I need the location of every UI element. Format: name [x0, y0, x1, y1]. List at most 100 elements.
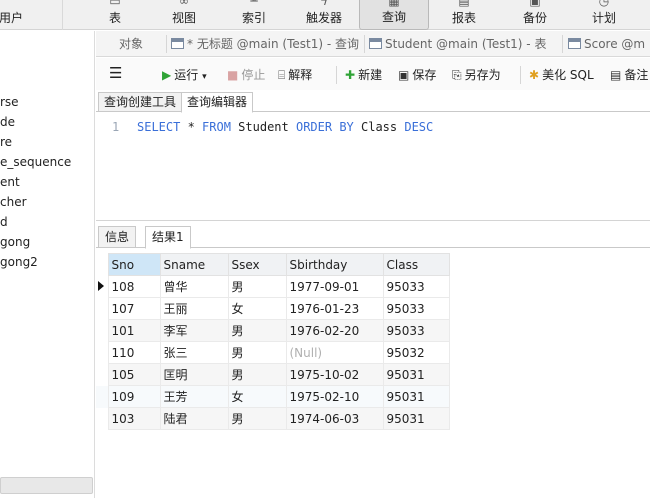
ribbon-trigger-button[interactable]: ϟ 触发器	[300, 0, 348, 30]
tab-query-editor[interactable]: 查询编辑器	[181, 92, 254, 113]
cell-sname[interactable]: 匡明	[159, 363, 229, 386]
note-button[interactable]: ▤ 备注	[610, 66, 648, 84]
ribbon-index-button[interactable]: ╨ 索引	[235, 0, 273, 30]
nav-item[interactable]: de	[0, 115, 15, 129]
cell-sname[interactable]: 曾华	[159, 275, 229, 298]
save-icon: ▣	[398, 68, 410, 82]
nav-item[interactable]: cher	[0, 195, 27, 209]
ribbon-user-button[interactable]: 用户	[0, 0, 28, 30]
table-row[interactable]: 108 曾华 男 1977-09-01 95033	[96, 275, 450, 298]
result-grid: Sno Sname Ssex Sbirthday Class 108 曾华 男 …	[96, 253, 450, 430]
stop-button[interactable]: ■ 停止	[227, 66, 265, 84]
nav-item[interactable]: d	[0, 215, 8, 229]
ribbon-report-label: 报表	[451, 11, 476, 25]
ribbon-backup-button[interactable]: ▣ 备份	[515, 0, 555, 30]
menu-icon[interactable]: ☰	[109, 64, 122, 82]
sql-editor[interactable]: 1 SELECT * FROM Student ORDER BY Class D…	[96, 113, 650, 221]
current-row-marker	[96, 275, 109, 298]
column-header-sbirthday[interactable]: Sbirthday	[285, 253, 384, 276]
object-navigator: rse de re e_sequence ent cher d gong gon…	[0, 31, 95, 498]
cell-ssex[interactable]: 男	[227, 363, 287, 386]
row-marker	[96, 363, 109, 386]
cell-class[interactable]: 95032	[382, 341, 450, 364]
cell-sno[interactable]: 103	[107, 407, 161, 430]
row-marker	[96, 407, 109, 430]
nav-item[interactable]: re	[0, 135, 12, 149]
cell-class[interactable]: 95031	[382, 385, 450, 408]
sql-token: *	[180, 120, 203, 134]
cell-sno[interactable]: 109	[107, 385, 161, 408]
column-header-ssex[interactable]: Ssex	[227, 253, 287, 276]
ribbon-view-button[interactable]: ∞ 视图	[165, 0, 203, 30]
column-header-sno[interactable]: Sno	[107, 253, 161, 276]
cell-ssex[interactable]: 男	[227, 275, 287, 298]
save-button[interactable]: ▣ 保存	[398, 66, 436, 84]
nav-horizontal-scrollbar[interactable]	[0, 477, 93, 494]
cell-ssex[interactable]: 男	[227, 341, 287, 364]
cell-sbirthday[interactable]: 1974-06-03	[285, 407, 384, 430]
cell-sbirthday[interactable]: 1975-02-10	[285, 385, 384, 408]
cell-sname[interactable]: 王丽	[159, 297, 229, 320]
table-row[interactable]: 103 陆君 男 1974-06-03 95031	[96, 407, 450, 430]
cell-ssex[interactable]: 女	[227, 385, 287, 408]
cell-sname[interactable]: 陆君	[159, 407, 229, 430]
cell-sname[interactable]: 李军	[159, 319, 229, 342]
cell-sbirthday[interactable]: 1976-01-23	[285, 297, 384, 320]
row-marker	[96, 319, 109, 342]
tab-untitled-query[interactable]: * 无标题 @main (Test1) - 查询	[171, 31, 359, 57]
nav-item[interactable]: gong	[0, 235, 30, 249]
nav-item[interactable]: gong2	[0, 255, 38, 269]
tab-objects-label: 对象	[119, 37, 144, 51]
cell-sno[interactable]: 105	[107, 363, 161, 386]
sql-keyword: ORDER BY	[295, 120, 354, 134]
cell-sno[interactable]: 108	[107, 275, 161, 298]
cell-sbirthday[interactable]: 1975-10-02	[285, 363, 384, 386]
tab-info[interactable]: 信息	[98, 226, 137, 248]
table-row[interactable]: 107 王丽 女 1976-01-23 95033	[96, 297, 450, 320]
run-label: 运行	[174, 68, 199, 82]
tab-objects[interactable]: 对象	[119, 31, 143, 57]
tab-result-1[interactable]: 结果1	[145, 226, 191, 249]
run-button[interactable]: ▶ 运行 ▾	[162, 66, 207, 84]
cell-sname[interactable]: 张三	[159, 341, 229, 364]
tab-student-table[interactable]: Student @main (Test1) - 表	[369, 31, 546, 57]
ribbon-schedule-button[interactable]: ◷ 计划	[585, 0, 623, 30]
nav-item[interactable]: e_sequence	[0, 155, 71, 169]
cell-sbirthday[interactable]: 1977-09-01	[285, 275, 384, 298]
cell-ssex[interactable]: 男	[227, 319, 287, 342]
cell-class[interactable]: 95033	[382, 275, 450, 298]
cell-ssex[interactable]: 女	[227, 297, 287, 320]
explain-button[interactable]: ⌸ 解释	[278, 66, 312, 84]
cell-sbirthday-null[interactable]: (Null)	[285, 341, 384, 364]
cell-sbirthday[interactable]: 1976-02-20	[285, 319, 384, 342]
query-icon: ▦	[388, 0, 400, 8]
cell-class[interactable]: 95033	[382, 319, 450, 342]
cell-sno[interactable]: 107	[107, 297, 161, 320]
nav-item[interactable]: rse	[0, 95, 19, 109]
ribbon-table-button[interactable]: ▭ 表	[96, 0, 134, 30]
tab-query-builder[interactable]: 查询创建工具	[98, 92, 183, 112]
table-row[interactable]: 101 李军 男 1976-02-20 95033	[96, 319, 450, 342]
ribbon-report-button[interactable]: ▤ 报表	[443, 0, 485, 30]
table-row[interactable]: 110 张三 男 (Null) 95032	[96, 341, 450, 364]
beautify-sql-button[interactable]: ✱ 美化 SQL	[529, 66, 594, 84]
table-row[interactable]: 109 王芳 女 1975-02-10 95031	[96, 385, 450, 408]
column-header-sname[interactable]: Sname	[159, 253, 229, 276]
report-icon: ▤	[458, 0, 470, 8]
table-row[interactable]: 105 匡明 男 1975-10-02 95031	[96, 363, 450, 386]
cell-class[interactable]: 95031	[382, 407, 450, 430]
cell-ssex[interactable]: 男	[227, 407, 287, 430]
cell-class[interactable]: 95033	[382, 297, 450, 320]
cell-sname[interactable]: 王芳	[159, 385, 229, 408]
cell-sno[interactable]: 110	[107, 341, 161, 364]
sql-code-line: SELECT * FROM Student ORDER BY Class DES…	[137, 120, 433, 134]
new-button[interactable]: ✚ 新建	[345, 66, 382, 84]
ribbon-query-button[interactable]: ▦ 查询	[359, 0, 429, 30]
tab-score-table[interactable]: Score @m	[568, 31, 645, 57]
cell-class[interactable]: 95031	[382, 363, 450, 386]
column-header-class[interactable]: Class	[382, 253, 450, 276]
cell-sno[interactable]: 101	[107, 319, 161, 342]
save-as-icon: ⎘	[452, 68, 462, 82]
save-as-button[interactable]: ⎘ 另存为	[452, 66, 501, 84]
nav-item[interactable]: ent	[0, 175, 20, 189]
